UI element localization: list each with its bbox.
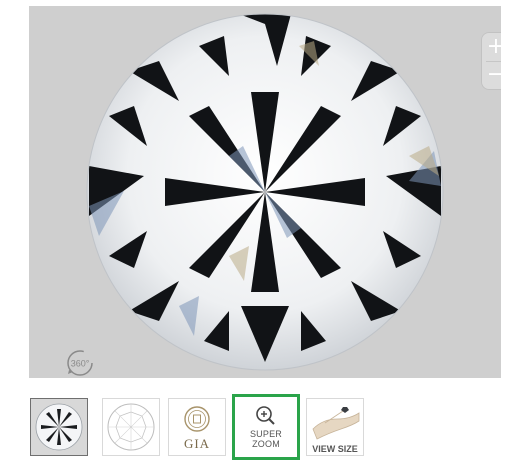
rotate-360-icon[interactable]: 360° [65,348,95,378]
thumbnail-view-size[interactable]: VIEW SIZE [306,398,364,456]
diamond-image[interactable] [29,6,501,378]
diamond-viewer[interactable]: + − 360° [29,6,501,378]
thumbnail-gia-certificate[interactable]: GIA [168,398,226,456]
diamond-diagram-icon [107,403,155,451]
super-zoom-label-line2: ZOOM [252,439,280,449]
360-badge-text: 360° [71,359,90,369]
gia-seal-icon [184,406,210,432]
thumbnail-strip: GIA SUPER ZOOM VIEW SIZE [0,394,531,462]
hand-ring-icon [312,407,360,440]
thumbnail-super-zoom[interactable]: SUPER ZOOM [232,394,300,460]
magnifier-plus-icon [256,406,275,425]
view-size-label: VIEW SIZE [312,444,358,454]
thumbnail-diamond-diagram[interactable] [102,398,160,456]
thumbnail-diamond-photo[interactable] [30,398,88,456]
zoom-in-button[interactable]: + [481,33,501,61]
diamond-photo-icon [35,403,83,451]
super-zoom-label-line1: SUPER [249,429,282,439]
gia-label: GIA [183,436,211,451]
zoom-control: + − [481,32,501,90]
zoom-out-button[interactable]: − [481,61,501,89]
